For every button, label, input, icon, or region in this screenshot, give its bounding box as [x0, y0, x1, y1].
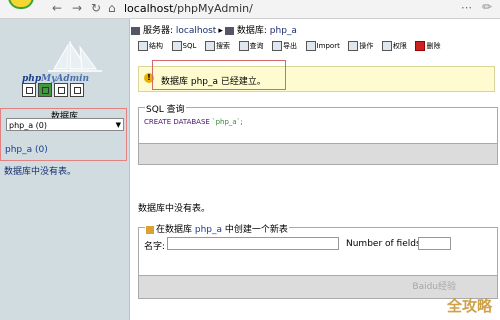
- tab-label: SQL: [182, 42, 197, 50]
- tab-label: 查询: [249, 42, 264, 50]
- help-icon[interactable]: [70, 83, 84, 97]
- database-tabs: 结构 SQL 搜索 查询 导出 Import 操作 权限 删除: [137, 41, 445, 53]
- tab-drop[interactable]: 删除: [414, 41, 441, 51]
- watermark-logo: 全攻略: [446, 297, 492, 315]
- legend-db-name: php_a: [194, 225, 223, 235]
- breadcrumb: 服务器: localhost ▸ 数据库: php_a: [131, 23, 297, 36]
- tab-label: 操作: [359, 42, 374, 50]
- tab-privileges[interactable]: 权限: [381, 41, 408, 51]
- server-link[interactable]: localhost: [176, 26, 216, 36]
- server-icon: [131, 26, 140, 35]
- home-icon[interactable]: [22, 83, 36, 97]
- sql-terminator: ;: [240, 118, 243, 126]
- database-breadcrumb-link[interactable]: php_a: [270, 26, 297, 36]
- database-icon: [224, 26, 234, 35]
- sql-window-icon[interactable]: [38, 83, 52, 97]
- breadcrumb-separator: ▸: [218, 26, 223, 36]
- tab-query[interactable]: 查询: [238, 41, 265, 51]
- docs-icon[interactable]: [54, 83, 68, 97]
- tab-search[interactable]: 搜索: [204, 41, 231, 51]
- watermark-baidu: Baidu经验: [412, 282, 456, 292]
- sql-query-footer: [139, 143, 497, 164]
- left-icon-bar: [22, 83, 86, 97]
- database-select[interactable]: php_a (0) ▼: [6, 118, 124, 131]
- number-of-fields-label: Number of fields:: [346, 239, 424, 249]
- server-label: 服务器:: [143, 26, 174, 36]
- sailboat-logo-icon: [48, 41, 102, 72]
- edit-icon[interactable]: ✏: [482, 0, 492, 14]
- database-breadcrumb-label: 数据库:: [236, 26, 267, 36]
- address-bar[interactable]: localhost/phpMyAdmin/: [124, 2, 253, 15]
- import-icon: [305, 41, 316, 51]
- tab-label: 权限: [392, 42, 407, 50]
- tab-export[interactable]: 导出: [271, 41, 298, 51]
- database-select-value: php_a (0): [9, 121, 48, 130]
- database-link[interactable]: php_a (0): [5, 145, 48, 155]
- legend-suffix: 中创建一个新表: [224, 225, 288, 235]
- tab-import[interactable]: Import: [305, 41, 341, 51]
- tab-label: 删除: [426, 42, 441, 50]
- sql-icon: [171, 41, 182, 51]
- structure-icon: [138, 41, 148, 51]
- menu-dots-icon[interactable]: ⋯: [461, 1, 472, 14]
- database-selector-box: 数据库 php_a (0) ▼ php_a (0): [0, 108, 127, 161]
- tab-label: 导出: [283, 42, 298, 50]
- number-of-fields-input[interactable]: [418, 237, 451, 250]
- sql-query-box: SQL 查询 CREATE DATABASE `php_a`;: [138, 102, 498, 165]
- left-navigation-frame: phpMyAdmin 数据库 php_a (0) ▼ php_a (0) 数据库中…: [0, 19, 130, 320]
- browser-toolbar: ← → ↻ ⌂ localhost/phpMyAdmin/ ⋯ ✏: [0, 0, 500, 19]
- tab-label: 搜索: [215, 42, 230, 50]
- url-path: /phpMyAdmin/: [173, 2, 253, 15]
- legend-prefix: 在数据库: [156, 225, 193, 235]
- new-table-icon: [146, 225, 154, 234]
- search-icon: [204, 41, 215, 51]
- tab-operations[interactable]: 操作: [347, 41, 374, 51]
- sql-query-text: CREATE DATABASE `php_a`;: [144, 118, 243, 126]
- phpmyadmin-logo[interactable]: phpMyAdmin: [22, 39, 112, 84]
- tab-label: Import: [316, 42, 340, 50]
- drop-icon: [415, 41, 426, 51]
- annotation-highlight-box: [152, 60, 286, 90]
- sql-value: `php_a`: [212, 118, 241, 126]
- sql-query-legend: SQL 查询: [145, 102, 186, 115]
- table-name-label: 名字:: [144, 242, 166, 252]
- no-tables-note: 数据库中没有表。: [138, 204, 211, 214]
- sidebar-no-tables-note: 数据库中没有表。: [4, 167, 77, 177]
- tab-label: 结构: [149, 42, 163, 50]
- sql-keyword: CREATE DATABASE: [144, 118, 210, 126]
- export-icon: [272, 41, 283, 51]
- query-icon: [238, 41, 249, 51]
- refresh-icon[interactable]: ↻: [91, 1, 101, 15]
- tab-sql[interactable]: SQL: [171, 41, 198, 51]
- url-host: localhost: [124, 2, 174, 15]
- create-table-legend: 在数据库 php_a 中创建一个新表: [145, 222, 289, 235]
- tab-structure[interactable]: 结构: [137, 41, 164, 51]
- browser-logo-icon: [8, 0, 34, 9]
- home-icon[interactable]: ⌂: [108, 1, 116, 15]
- forward-icon[interactable]: →: [72, 1, 82, 15]
- table-name-input[interactable]: [167, 237, 339, 250]
- operations-icon: [348, 41, 359, 51]
- back-icon[interactable]: ←: [52, 1, 62, 15]
- main-frame: 服务器: localhost ▸ 数据库: php_a 结构 SQL 搜索 查询 导…: [131, 19, 500, 320]
- privileges-icon: [381, 41, 392, 51]
- chevron-down-icon: ▼: [115, 121, 121, 129]
